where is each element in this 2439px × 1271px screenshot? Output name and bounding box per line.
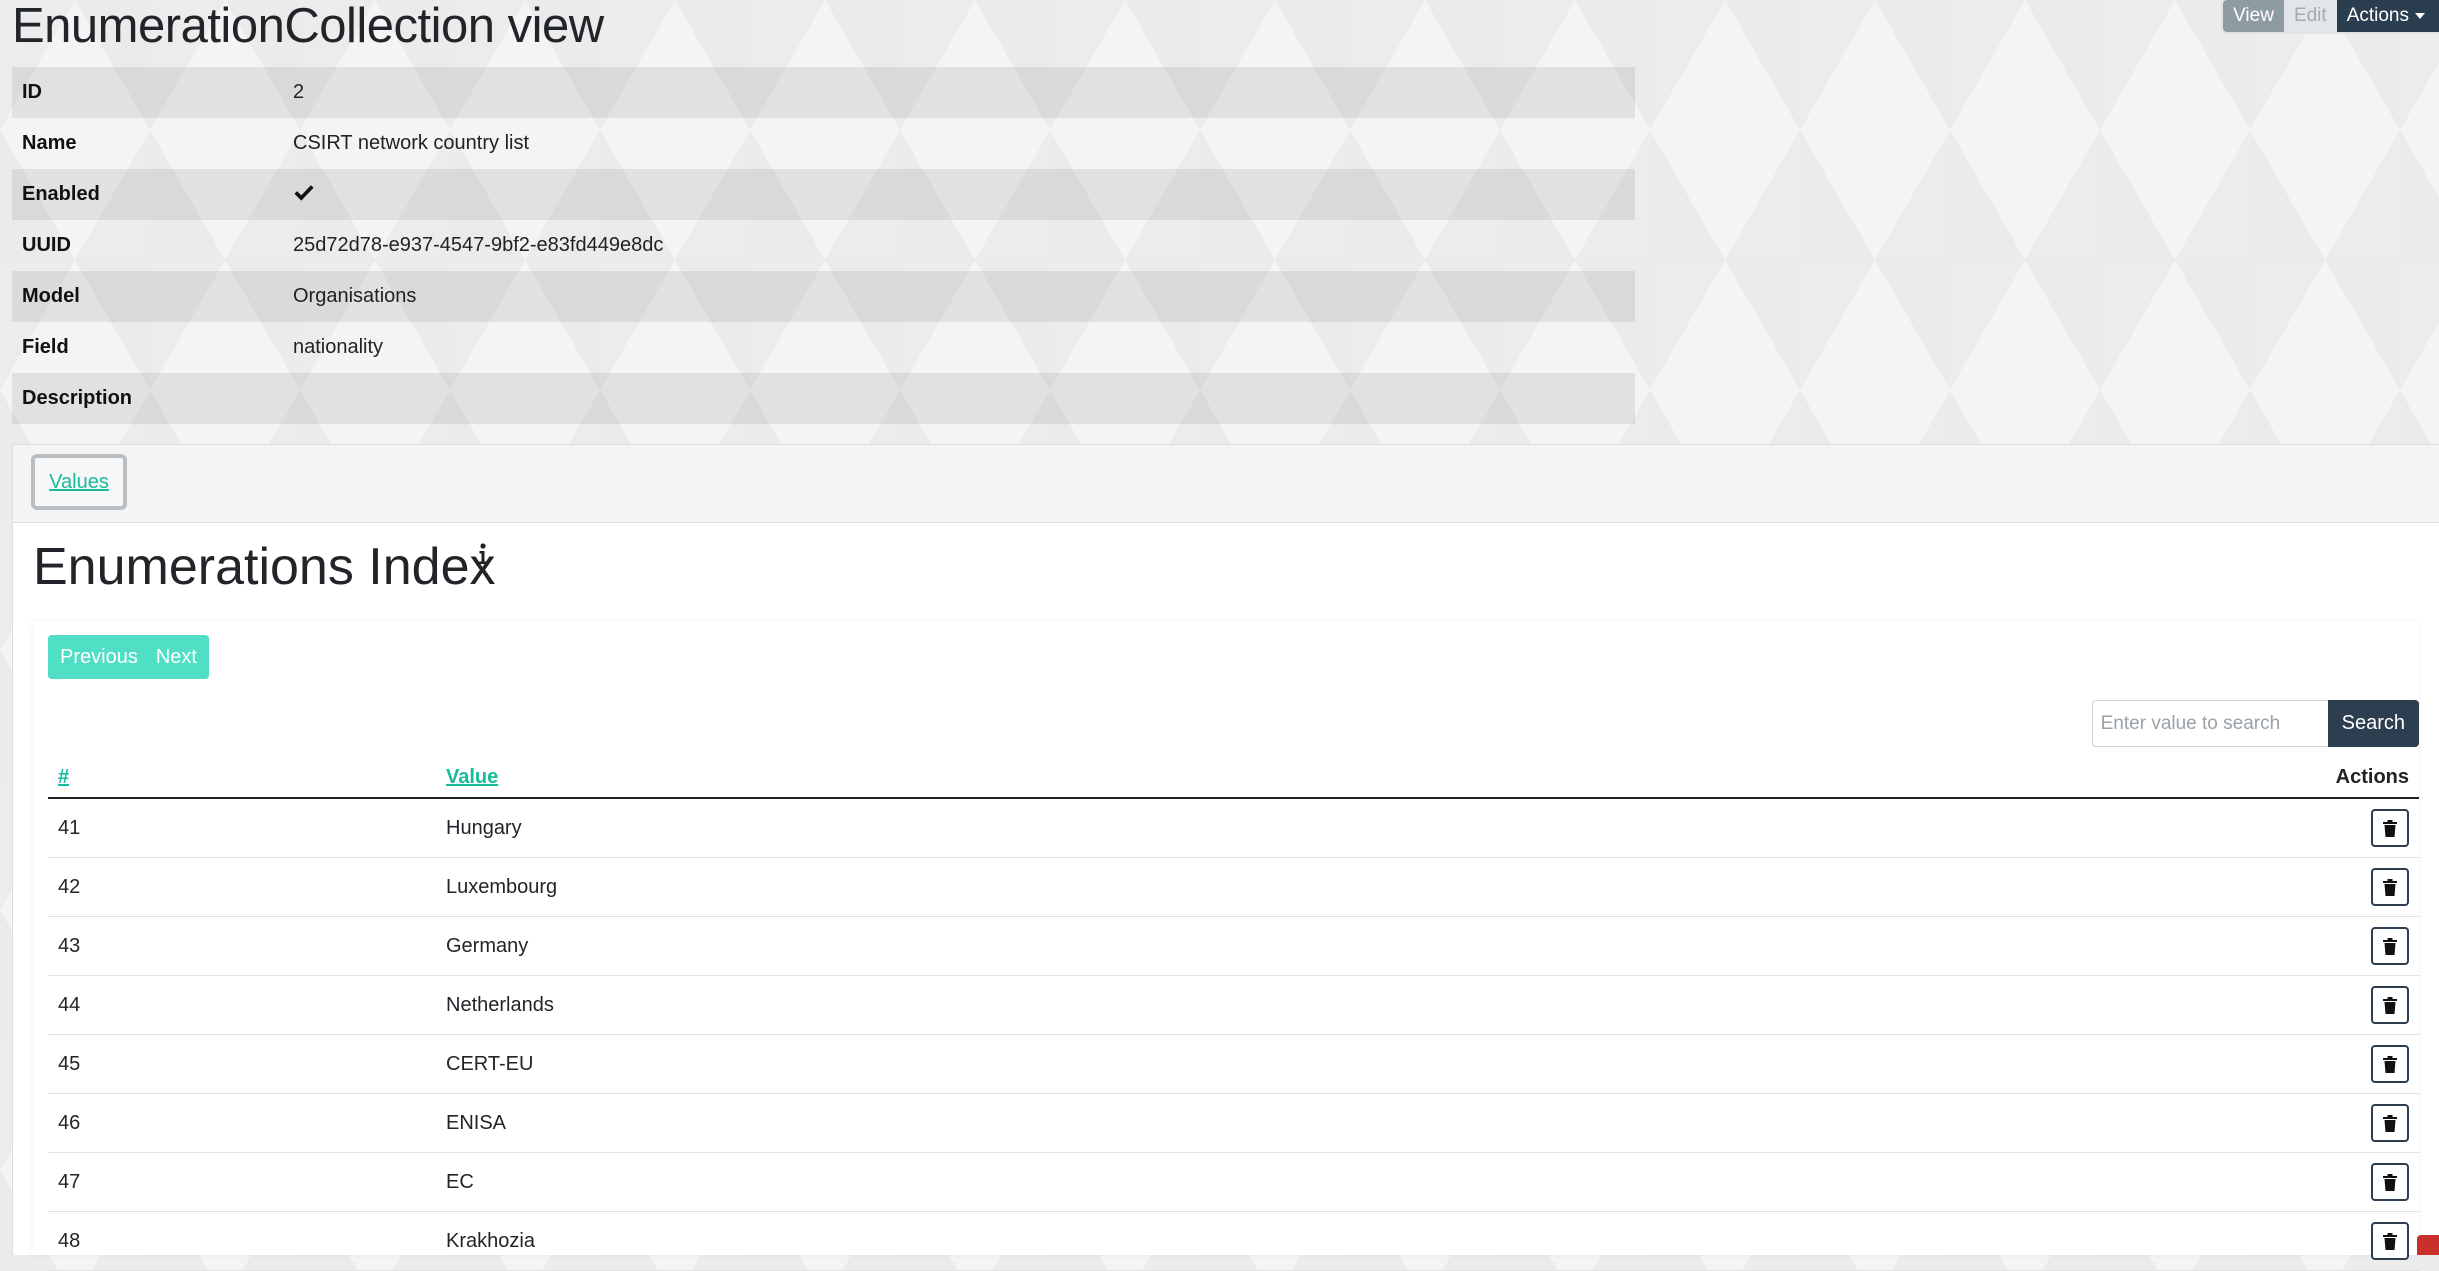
cell-actions	[1594, 916, 2419, 976]
cell-id: 44	[48, 975, 436, 1035]
detail-row-field: Field nationality	[12, 322, 1635, 373]
cell-id: 46	[48, 1093, 436, 1153]
search-group: Search	[2091, 700, 2419, 747]
column-header-id[interactable]: #	[48, 758, 436, 799]
trash-icon	[2383, 1055, 2397, 1073]
trash-icon	[2383, 996, 2397, 1014]
caret-down-icon	[2415, 12, 2425, 19]
pagination: Previous Next	[48, 635, 209, 679]
table-row: 41 Hungary	[48, 798, 2419, 858]
cell-id: 47	[48, 1152, 436, 1212]
tab-content: Enumerations Index Previous Next Search …	[13, 523, 2439, 1271]
detail-label: Name	[22, 132, 77, 154]
enumerations-table: # Value Actions 41 Hungary 42 Luxembourg	[48, 758, 2419, 1271]
detail-row-model: Model Organisations	[12, 271, 1635, 322]
trash-icon	[2383, 1232, 2397, 1250]
detail-value	[293, 181, 315, 209]
table-row: 45 CERT-EU	[48, 1034, 2419, 1094]
search-input[interactable]	[2091, 700, 2328, 747]
detail-label: Description	[22, 387, 133, 409]
detail-row-id: ID 2	[12, 67, 1635, 118]
delete-button[interactable]	[2371, 1104, 2409, 1142]
trash-icon	[2383, 937, 2397, 955]
cell-actions	[1594, 975, 2419, 1035]
tab-values[interactable]: Values	[31, 454, 127, 510]
index-title: Enumerations Index	[33, 538, 496, 596]
cell-id: 43	[48, 916, 436, 976]
table-row: 48 Krakhozia	[48, 1211, 2419, 1271]
detail-value: 2	[293, 81, 305, 103]
cell-value: Krakhozia	[436, 1211, 1595, 1271]
actions-label: Actions	[2346, 5, 2409, 26]
cell-actions	[1594, 857, 2419, 917]
detail-row-uuid: UUID 25d72d78-e937-4547-9bf2-e83fd449e8d…	[12, 220, 1635, 271]
detail-value: 25d72d78-e937-4547-9bf2-e83fd449e8dc	[293, 234, 664, 256]
cell-id: 42	[48, 857, 436, 917]
column-header-value[interactable]: Value	[436, 758, 1595, 799]
table-row: 42 Luxembourg	[48, 857, 2419, 917]
detail-value: CSIRT network country list	[293, 132, 530, 154]
table-header-row: # Value Actions	[48, 758, 2419, 799]
column-header-actions: Actions	[1594, 758, 2419, 799]
cell-id: 45	[48, 1034, 436, 1094]
cell-value: CERT-EU	[436, 1034, 1595, 1094]
cell-value: Hungary	[436, 798, 1595, 858]
cell-id: 48	[48, 1211, 436, 1271]
cell-actions	[1594, 1034, 2419, 1094]
delete-button[interactable]	[2371, 809, 2409, 847]
trash-icon	[2383, 819, 2397, 837]
delete-button[interactable]	[2371, 1163, 2409, 1201]
cell-id: 41	[48, 798, 436, 858]
cell-actions	[1594, 798, 2419, 858]
tab-values-label: Values	[49, 470, 109, 493]
tabs-card: Values Enumerations Index Previous Next …	[12, 444, 2439, 1271]
detail-value: Organisations	[293, 285, 417, 307]
cell-value: Netherlands	[436, 975, 1595, 1035]
sort-value-link[interactable]: Value	[446, 766, 498, 788]
cell-actions	[1594, 1152, 2419, 1212]
actions-dropdown-button[interactable]: Actions	[2336, 0, 2439, 32]
detail-label: Enabled	[22, 183, 100, 205]
sort-id-link[interactable]: #	[58, 766, 69, 788]
delete-button[interactable]	[2371, 868, 2409, 906]
trash-icon	[2383, 1114, 2397, 1132]
corner-badge[interactable]	[2417, 1235, 2439, 1255]
cell-value: Luxembourg	[436, 857, 1595, 917]
detail-row-enabled: Enabled	[12, 169, 1635, 220]
detail-label: ID	[22, 81, 42, 103]
table-row: 44 Netherlands	[48, 975, 2419, 1035]
table-row: 46 ENISA	[48, 1093, 2419, 1153]
delete-button[interactable]	[2371, 1045, 2409, 1083]
cell-value: Germany	[436, 916, 1595, 976]
cell-actions	[1594, 1211, 2419, 1271]
detail-row-name: Name CSIRT network country list	[12, 118, 1635, 169]
tab-bar: Values	[13, 445, 2439, 523]
delete-button[interactable]	[2371, 927, 2409, 965]
cell-value: ENISA	[436, 1093, 1595, 1153]
top-action-group: View Edit Actions	[2223, 0, 2439, 32]
cell-actions	[1594, 1093, 2419, 1153]
detail-label: Model	[22, 285, 80, 307]
checkmark-icon	[294, 184, 314, 201]
detail-value: nationality	[293, 336, 384, 358]
detail-label: UUID	[22, 234, 71, 256]
cell-value: EC	[436, 1152, 1595, 1212]
edit-button[interactable]: Edit	[2283, 0, 2337, 32]
table-row: 43 Germany	[48, 916, 2419, 976]
view-button[interactable]: View	[2223, 0, 2284, 32]
page-title: EnumerationCollection view	[12, 0, 604, 53]
search-button[interactable]: Search	[2327, 700, 2419, 747]
table-row: 47 EC	[48, 1152, 2419, 1212]
index-panel: Previous Next Search # Value Actions	[33, 621, 2419, 1271]
next-button[interactable]: Next	[149, 635, 209, 679]
trash-icon	[2383, 878, 2397, 896]
previous-button[interactable]: Previous	[48, 635, 150, 679]
details-table: ID 2 Name CSIRT network country list Ena…	[12, 67, 1635, 424]
trash-icon	[2383, 1173, 2397, 1191]
info-icon[interactable]	[478, 543, 488, 565]
delete-button[interactable]	[2371, 1222, 2409, 1260]
detail-row-description: Description	[12, 373, 1635, 424]
detail-label: Field	[22, 336, 69, 358]
delete-button[interactable]	[2371, 986, 2409, 1024]
